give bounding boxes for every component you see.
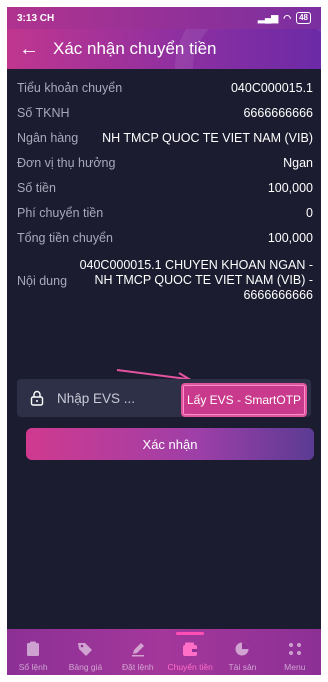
detail-row-bank: Ngân hàng NH TMCP QUOC TE VIET NAM (VIB) <box>17 125 313 150</box>
detail-row-content: Nội dung 040C000015.1 CHUYEN KHOAN NGAN … <box>17 250 313 303</box>
nav-label: Menu <box>284 662 306 672</box>
detail-label: Số tiền <box>17 180 56 195</box>
pie-chart-icon <box>233 640 251 658</box>
detail-row-fee: Phí chuyển tiền 0 <box>17 200 313 225</box>
nav-label: Chuyển tiền <box>167 662 213 672</box>
nav-item-place-order[interactable]: Đặt lệnh <box>112 640 164 675</box>
nav-item-order-book[interactable]: Sổ lệnh <box>7 640 59 675</box>
nav-label: Sổ lệnh <box>18 662 48 672</box>
wifi-icon: ◠ <box>283 12 292 23</box>
clipboard-icon <box>24 640 42 658</box>
detail-value: 040C000015.1 CHUYEN KHOAN NGAN - NH TMCP… <box>79 258 313 302</box>
nav-item-price-board[interactable]: Bảng giá <box>59 640 111 675</box>
detail-value: 100,000 <box>267 230 313 245</box>
detail-value: 040C000015.1 <box>230 80 313 95</box>
detail-label: Nội dung <box>17 273 68 288</box>
detail-row-total: Tổng tiền chuyển 100,000 <box>17 225 313 250</box>
app-header: ← Xác nhận chuyển tiền <box>7 29 321 69</box>
evs-field-container: Lấy EVS - SmartOTP <box>17 379 311 417</box>
pen-icon <box>129 640 147 658</box>
back-arrow-icon[interactable]: ← <box>19 39 39 59</box>
phone-screen: 3:13 CH ▂▄▆ ◠ 48 ← Xác nhận chuyển tiền … <box>7 7 321 675</box>
status-time: 3:13 CH <box>17 12 55 24</box>
transfer-details: Tiểu khoản chuyển 040C000015.1 Số TKNH 6… <box>7 69 321 303</box>
get-smartotp-button[interactable]: Lấy EVS - SmartOTP <box>181 383 307 417</box>
evs-input[interactable] <box>57 390 161 406</box>
battery-icon: 48 <box>296 12 311 24</box>
page-title: Xác nhận chuyển tiền <box>53 39 217 58</box>
detail-row-bank-account: Số TKNH 6666666666 <box>17 100 313 125</box>
detail-label: Phí chuyển tiền <box>17 205 104 220</box>
detail-row-beneficiary: Đơn vị thụ hưởng Ngan <box>17 150 313 175</box>
detail-value: NH TMCP QUOC TE VIET NAM (VIB) <box>102 130 313 145</box>
detail-value: Ngan <box>283 155 313 170</box>
wallet-icon <box>181 640 199 658</box>
nav-label: Tài sản <box>228 662 257 672</box>
nav-item-assets[interactable]: Tài sản <box>216 640 268 675</box>
detail-row-amount: Số tiền 100,000 <box>17 175 313 200</box>
nav-item-transfer[interactable]: Chuyển tiền <box>164 632 216 675</box>
detail-label: Tiểu khoản chuyển <box>17 80 123 95</box>
detail-label: Đơn vị thụ hưởng <box>17 155 116 170</box>
lock-icon <box>23 390 51 406</box>
detail-label: Số TKNH <box>17 105 70 120</box>
detail-row-sub-account: Tiểu khoản chuyển 040C000015.1 <box>17 75 313 100</box>
nav-label: Bảng giá <box>68 662 103 672</box>
grid-icon <box>286 640 304 658</box>
status-bar: 3:13 CH ▂▄▆ ◠ 48 <box>7 7 321 29</box>
detail-label: Tổng tiền chuyển <box>17 230 113 245</box>
signal-icon: ▂▄▆ <box>258 12 279 23</box>
detail-label: Ngân hàng <box>17 130 79 145</box>
tag-icon <box>76 640 94 658</box>
bottom-nav: Sổ lệnh Bảng giá Đặt lệnh Chuyển tiền Tà… <box>7 629 321 675</box>
nav-item-menu[interactable]: Menu <box>269 640 321 675</box>
nav-label: Đặt lệnh <box>121 662 154 672</box>
confirm-button[interactable]: Xác nhận <box>26 428 314 460</box>
detail-value: 0 <box>306 205 313 220</box>
status-icons: ▂▄▆ ◠ 48 <box>258 12 311 24</box>
active-tab-indicator <box>176 632 205 635</box>
detail-value: 100,000 <box>267 180 313 195</box>
detail-value: 6666666666 <box>243 105 313 120</box>
